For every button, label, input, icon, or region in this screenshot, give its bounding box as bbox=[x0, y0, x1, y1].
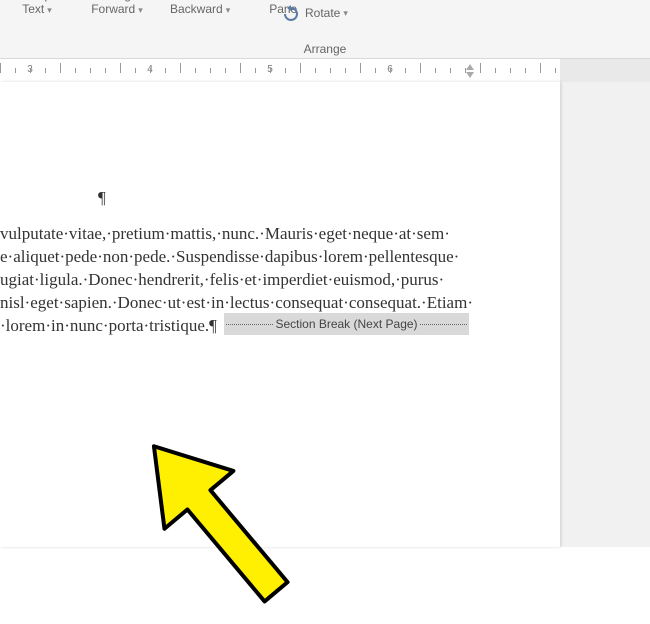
ruler-margin-region bbox=[560, 59, 650, 83]
ribbon-group-label: Arrange bbox=[0, 42, 650, 56]
ruler-tick bbox=[90, 68, 91, 73]
ruler-tick bbox=[150, 68, 151, 73]
ruler-tick bbox=[405, 68, 406, 73]
bring-forward-l2: Forward bbox=[91, 2, 135, 16]
ruler-tick bbox=[450, 68, 451, 73]
ruler-tick bbox=[225, 68, 226, 73]
ruler-tick bbox=[30, 68, 31, 73]
text-line: nisl·eget·sapien.·Donec·ut·est·in·lectus… bbox=[0, 291, 473, 314]
ruler-tick bbox=[240, 63, 241, 73]
ruler-tick bbox=[60, 63, 61, 73]
ruler-tick bbox=[345, 68, 346, 73]
ruler-tick bbox=[180, 63, 181, 73]
chevron-down-icon: ▾ bbox=[343, 8, 348, 19]
ribbon: Wrap Text▾ Bring Forward▾ Send Backward▾… bbox=[0, 0, 650, 58]
ruler-tick bbox=[255, 68, 256, 73]
ruler-tick bbox=[270, 68, 271, 73]
ruler-tick bbox=[510, 68, 511, 73]
ruler-tick bbox=[195, 68, 196, 73]
ruler-tick bbox=[210, 68, 211, 73]
ruler-tick bbox=[480, 63, 481, 73]
wrap-text-button[interactable]: Wrap Text▾ bbox=[10, 0, 64, 17]
text-line: vulputate·vitae,·pretium·mattis,·nunc.·M… bbox=[0, 222, 473, 245]
ruler-tick bbox=[0, 63, 1, 73]
chevron-down-icon: ▾ bbox=[138, 3, 143, 17]
text-line: e·aliquet·pede·non·pede.·Suspendisse·dap… bbox=[0, 245, 473, 268]
ruler-tick bbox=[105, 68, 106, 73]
section-break-label: Section Break (Next Page) bbox=[275, 317, 417, 331]
ruler-tick bbox=[360, 63, 361, 73]
bring-forward-button[interactable]: Bring Forward▾ bbox=[90, 0, 144, 17]
send-backward-l2: Backward bbox=[170, 2, 223, 16]
text-line: ugiat·ligula.·Donec·hendrerit,·felis·et·… bbox=[0, 268, 473, 291]
ruler-tick bbox=[330, 68, 331, 73]
ruler[interactable]: 3456 bbox=[0, 58, 650, 84]
ruler-tick bbox=[495, 68, 496, 73]
ruler-tick bbox=[525, 68, 526, 73]
paragraph-mark: ¶ bbox=[98, 188, 106, 208]
ruler-tick bbox=[555, 68, 556, 73]
send-backward-button[interactable]: Send Backward▾ bbox=[170, 0, 230, 17]
ruler-tick bbox=[45, 68, 46, 73]
document-page[interactable]: ¶ vulputate·vitae,·pretium·mattis,·nunc.… bbox=[0, 82, 560, 547]
chevron-down-icon: ▾ bbox=[226, 3, 231, 17]
rotate-icon bbox=[282, 4, 300, 22]
page-gutter bbox=[560, 82, 650, 547]
ruler-tick bbox=[420, 63, 421, 73]
ruler-tick bbox=[75, 68, 76, 73]
ruler-tick bbox=[135, 68, 136, 73]
wrap-text-l2: Text bbox=[22, 2, 44, 16]
chevron-down-icon: ▾ bbox=[47, 3, 52, 17]
ruler-tick bbox=[285, 68, 286, 73]
rotate-label: Rotate bbox=[305, 6, 340, 20]
section-break-marker[interactable]: Section Break (Next Page) bbox=[224, 313, 469, 335]
ruler-tick bbox=[375, 68, 376, 73]
ruler-tick bbox=[15, 68, 16, 73]
ruler-tick bbox=[435, 68, 436, 73]
ruler-tick bbox=[540, 63, 541, 73]
rotate-button[interactable]: Rotate▾ bbox=[282, 4, 348, 22]
ruler-tick bbox=[315, 68, 316, 73]
ruler-tick bbox=[390, 68, 391, 73]
ruler-tick bbox=[165, 68, 166, 73]
ruler-tick bbox=[300, 63, 301, 73]
ruler-tick bbox=[120, 63, 121, 73]
callout-arrow-icon bbox=[130, 414, 300, 624]
